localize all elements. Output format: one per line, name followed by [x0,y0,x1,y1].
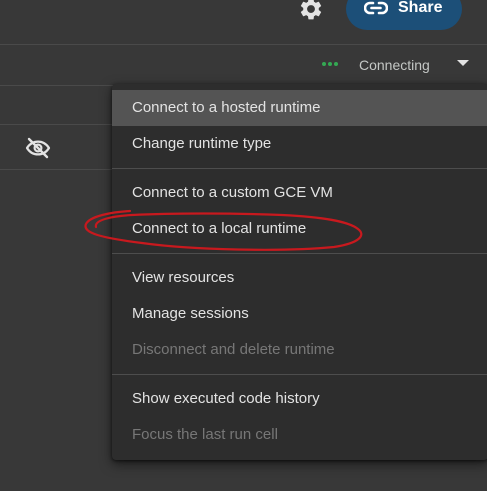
menu-divider [112,168,487,169]
menu-item-manage-sessions[interactable]: Manage sessions [112,296,487,332]
runtime-status-label[interactable]: Connecting [359,56,430,74]
eye-off-icon[interactable] [24,136,52,160]
top-header: Share [0,0,487,45]
menu-divider [112,253,487,254]
connecting-indicator-icon [322,62,344,68]
runtime-dropdown-menu: Connect to a hosted runtime Change runti… [112,84,487,460]
link-icon [364,1,388,15]
menu-item-connect-hosted-runtime[interactable]: Connect to a hosted runtime [112,90,487,126]
caret-down-icon[interactable] [457,60,469,66]
menu-item-change-runtime-type[interactable]: Change runtime type [112,126,487,162]
gear-icon[interactable] [298,0,324,22]
menu-divider [112,374,487,375]
share-button[interactable]: Share [346,0,462,30]
share-label: Share [398,0,443,16]
menu-item-connect-local-runtime[interactable]: Connect to a local runtime [112,211,487,247]
menu-item-connect-custom-gce-vm[interactable]: Connect to a custom GCE VM [112,175,487,211]
menu-item-show-executed-code-history[interactable]: Show executed code history [112,381,487,417]
runtime-toolbar: Connecting [0,45,487,86]
menu-item-view-resources[interactable]: View resources [112,260,487,296]
menu-item-disconnect-delete-runtime: Disconnect and delete runtime [132,341,335,358]
colab-page: Share Connecting Connect to a hosted run… [0,0,487,491]
menu-item-focus-last-run-cell: Focus the last run cell [132,426,278,443]
